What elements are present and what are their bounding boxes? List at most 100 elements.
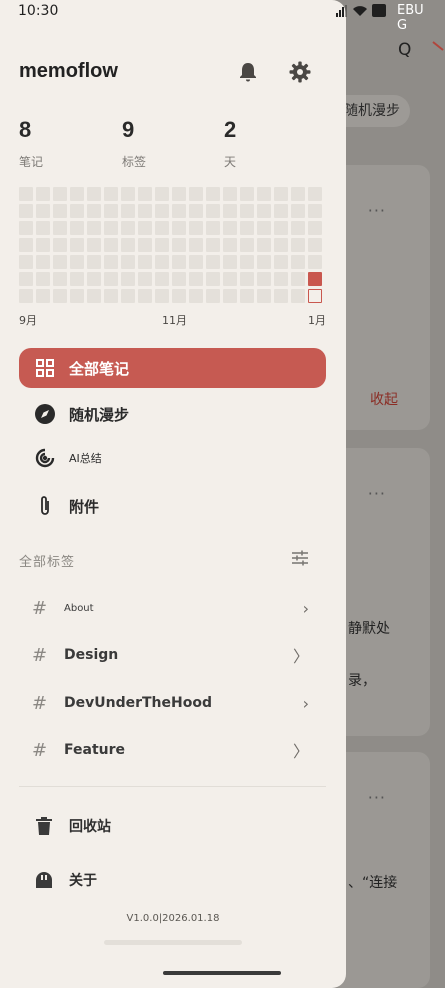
heatmap-cell (172, 289, 186, 303)
heatmap-cell (240, 221, 254, 235)
status-bar: 10:30 (0, 0, 445, 26)
footer-label: 回收站 (69, 819, 111, 835)
tag-item-about[interactable]: # About › (19, 590, 311, 626)
paperclip-icon (33, 494, 57, 518)
heatmap-cell (87, 255, 101, 269)
heatmap-cell (223, 221, 237, 235)
stat-value: 9 (122, 117, 135, 142)
heatmap-cell (121, 204, 135, 218)
heatmap-cell (19, 238, 33, 252)
heatmap-cell (121, 187, 135, 201)
gear-icon[interactable] (288, 60, 312, 84)
activity-heatmap (19, 187, 322, 303)
heatmap-cell (189, 255, 203, 269)
heatmap-cell (172, 238, 186, 252)
scroll-indicator (104, 940, 242, 945)
more-icon[interactable]: ··· (368, 788, 386, 807)
heatmap-cell (53, 255, 67, 269)
heatmap-cell (308, 221, 322, 235)
chevron-right-icon: 〉 (292, 742, 309, 761)
heatmap-month-label: 9月 (19, 314, 37, 327)
heatmap-cell (308, 187, 322, 201)
heatmap-cell (70, 238, 84, 252)
stat-label: 笔记 (19, 155, 44, 169)
heatmap-cell (206, 221, 220, 235)
heatmap-cell (274, 255, 288, 269)
heatmap-cell (36, 221, 50, 235)
heatmap-cell (155, 204, 169, 218)
heatmap-cell (172, 272, 186, 286)
nav-label: 随机漫步 (69, 405, 130, 424)
heatmap-cell (291, 289, 305, 303)
heatmap-cell (189, 187, 203, 201)
heatmap-cell (53, 272, 67, 286)
heatmap-cell (308, 272, 322, 286)
heatmap-month-label: 11月 (162, 314, 187, 327)
wifi-icon (353, 5, 367, 16)
heatmap-cell (36, 204, 50, 218)
heatmap-cell (121, 238, 135, 252)
tag-item-feature[interactable]: # Feature 〉 (19, 732, 311, 768)
status-time: 10:30 (18, 3, 59, 19)
ai-swirl-icon (33, 446, 57, 470)
heatmap-cell (155, 221, 169, 235)
heatmap-cell (206, 204, 220, 218)
heatmap-cell (138, 289, 152, 303)
hash-icon: # (32, 644, 48, 666)
heatmap-cell (19, 204, 33, 218)
tag-item-devunderthehood[interactable]: # DevUnderTheHood › (19, 685, 311, 721)
heatmap-cell (206, 289, 220, 303)
heatmap-cell (274, 272, 288, 286)
heatmap-cell (189, 238, 203, 252)
bell-icon[interactable] (236, 60, 260, 84)
heatmap-cell (274, 204, 288, 218)
heatmap-cell (308, 238, 322, 252)
heatmap-cell (223, 187, 237, 201)
heatmap-cell (240, 272, 254, 286)
search-icon[interactable]: Q (398, 40, 411, 60)
more-icon[interactable]: ··· (368, 201, 386, 220)
tags-section-title: 全部标签 (19, 555, 76, 570)
heatmap-cell (240, 204, 254, 218)
more-icon[interactable]: ··· (368, 484, 386, 503)
stat-days: 2 天 (224, 117, 236, 170)
chevron-right-icon: 〉 (292, 647, 309, 666)
heatmap-cell (257, 238, 271, 252)
memo-text: 录， (348, 673, 376, 689)
heatmap-cell (223, 204, 237, 218)
memo-text: 静默处 (348, 621, 390, 637)
recycle-bin-item[interactable]: 回收站 (19, 808, 319, 844)
app-title: memoflow (19, 60, 118, 82)
heatmap-cell (121, 255, 135, 269)
heatmap-cell (87, 221, 101, 235)
heatmap-cell (155, 187, 169, 201)
tune-icon[interactable] (290, 548, 310, 568)
nav-item-ai-summary[interactable]: AI总结 (19, 438, 326, 478)
hash-icon: # (32, 597, 48, 619)
heatmap-cell (308, 255, 322, 269)
chevron-right-icon: › (302, 598, 309, 618)
heatmap-month-label: 1月 (308, 314, 326, 327)
navigation-drawer: memoflow 8 笔记 9 标签 2 天 9月 11月 1月 全部笔记 随机… (0, 0, 346, 988)
heatmap-cell (155, 255, 169, 269)
heatmap-cell (36, 187, 50, 201)
heatmap-cell (155, 238, 169, 252)
info-face-icon (33, 869, 55, 891)
heatmap-cell (104, 187, 118, 201)
heatmap-cell (291, 187, 305, 201)
home-indicator[interactable] (163, 971, 281, 975)
nav-item-all-notes[interactable]: 全部笔记 (19, 348, 326, 388)
heatmap-cell (240, 289, 254, 303)
heatmap-cell (274, 221, 288, 235)
nav-item-attachments[interactable]: 附件 (19, 486, 326, 526)
nav-item-random-walk[interactable]: 随机漫步 (19, 394, 326, 434)
heatmap-cell (138, 204, 152, 218)
heatmap-cell (223, 238, 237, 252)
tag-item-design[interactable]: # Design 〉 (19, 637, 311, 673)
stat-label: 标签 (122, 155, 147, 169)
about-item[interactable]: 关于 (19, 862, 319, 898)
collapse-link[interactable]: 收起 (370, 389, 398, 409)
heatmap-cell (240, 238, 254, 252)
tag-name: Design (64, 647, 119, 663)
heatmap-cell (104, 238, 118, 252)
